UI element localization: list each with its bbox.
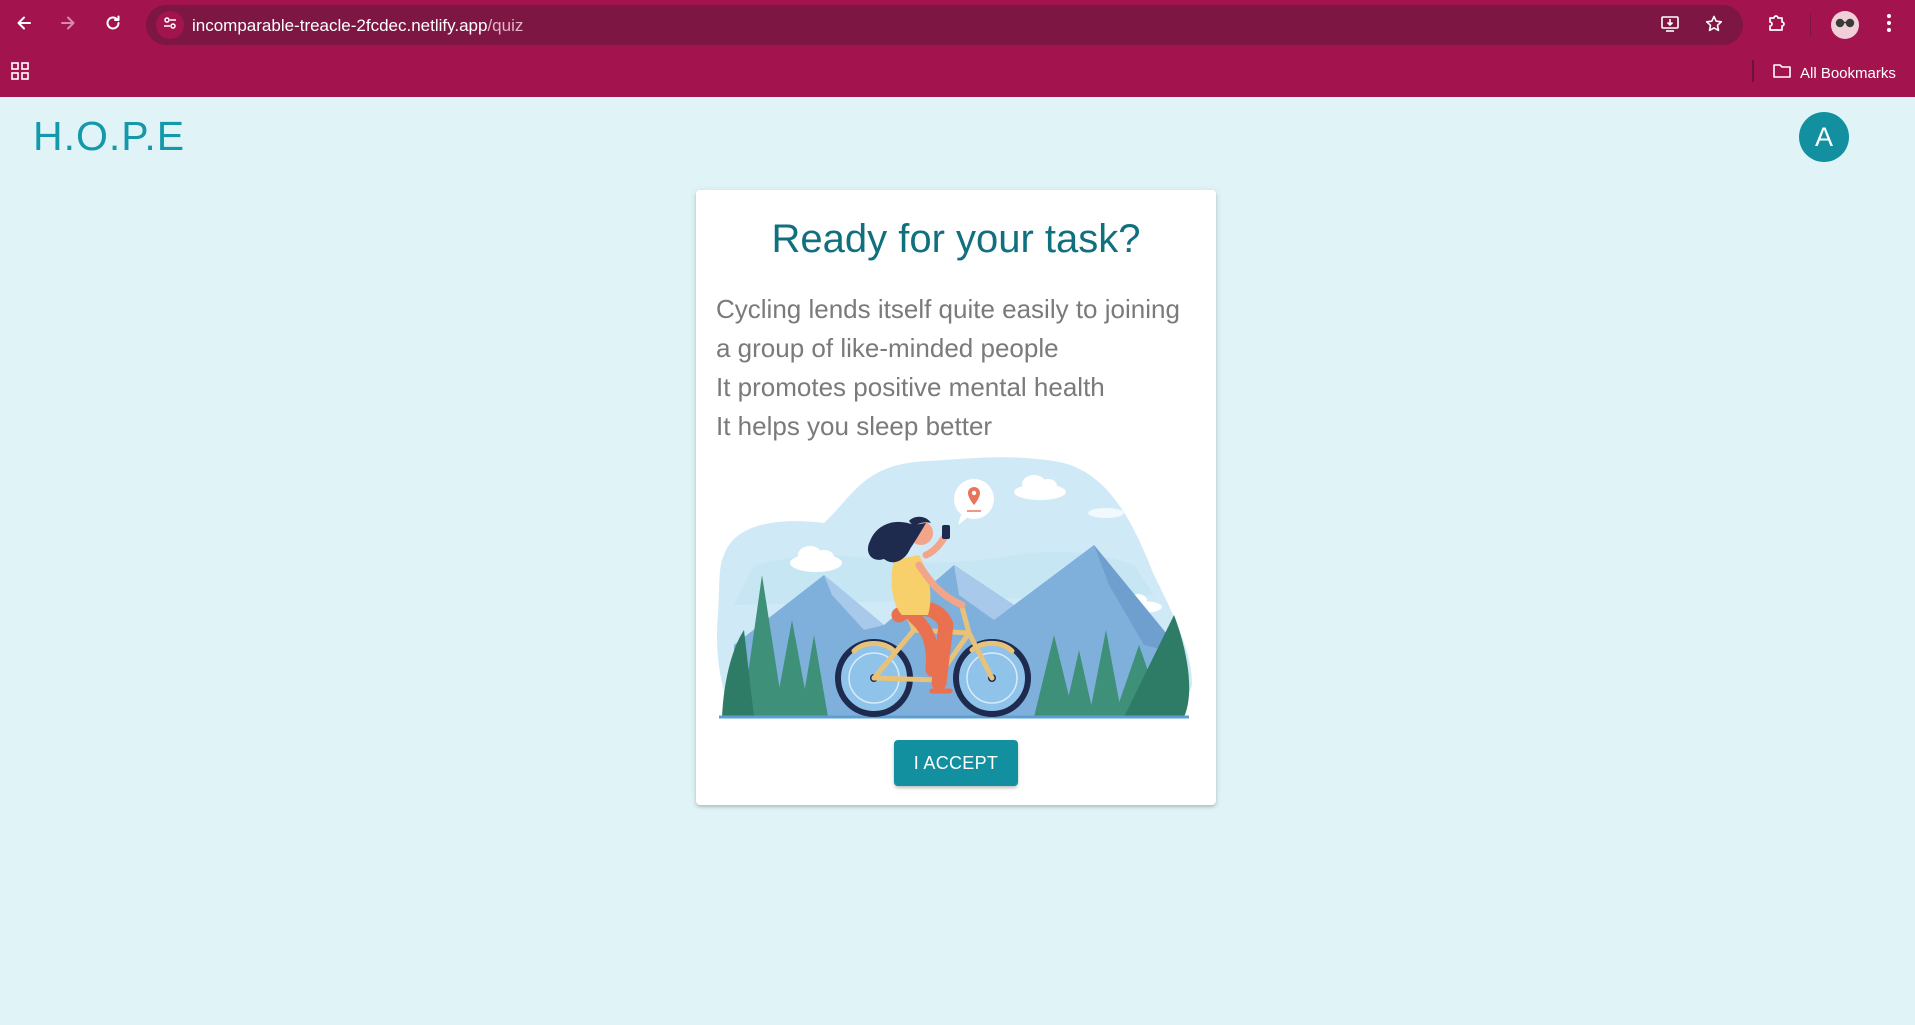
toolbar-divider xyxy=(1810,14,1811,36)
arrow-right-icon xyxy=(58,13,78,38)
card-title: Ready for your task? xyxy=(771,217,1141,261)
bookmarks-divider xyxy=(1752,60,1754,82)
apps-button[interactable] xyxy=(6,59,34,87)
bookmark-star-button[interactable] xyxy=(1703,15,1725,37)
puzzle-icon xyxy=(1766,12,1788,39)
bookmarks-bar: All Bookmarks xyxy=(0,50,1915,97)
star-icon xyxy=(1704,14,1724,39)
more-vert-icon xyxy=(1886,13,1892,38)
apps-grid-icon xyxy=(10,61,30,86)
description-line: a group of like-minded people xyxy=(716,333,1059,363)
extensions-button[interactable] xyxy=(1763,11,1791,39)
folder-icon xyxy=(1772,62,1792,84)
app-logo[interactable]: H.O.P.E xyxy=(33,113,185,160)
address-bar[interactable]: incomparable-treacle-2fcdec.netlify.app/… xyxy=(146,5,1743,45)
browser-toolbar: incomparable-treacle-2fcdec.netlify.app/… xyxy=(0,0,1915,50)
task-card: Ready for your task? Cycling lends itsel… xyxy=(696,190,1216,805)
all-bookmarks-button[interactable]: All Bookmarks xyxy=(1772,62,1896,84)
reload-button[interactable] xyxy=(99,11,127,39)
install-app-button[interactable] xyxy=(1659,15,1681,37)
user-avatar[interactable]: A xyxy=(1799,112,1849,162)
reload-icon xyxy=(103,13,123,38)
description-line: Cycling lends itself quite easily to joi… xyxy=(716,294,1180,324)
all-bookmarks-label: All Bookmarks xyxy=(1800,64,1896,82)
description-line: It promotes positive mental health xyxy=(716,372,1105,402)
forward-button[interactable] xyxy=(54,11,82,39)
url-text[interactable]: incomparable-treacle-2fcdec.netlify.app/… xyxy=(192,16,523,36)
browser-menu-button[interactable] xyxy=(1875,11,1903,39)
description-line: It helps you sleep better xyxy=(716,411,993,441)
profile-glasses-icon xyxy=(1834,16,1856,35)
accept-button[interactable]: I ACCEPT xyxy=(894,740,1018,786)
site-info-button[interactable] xyxy=(156,11,184,39)
url-path: /quiz xyxy=(487,16,524,35)
profile-button[interactable] xyxy=(1831,11,1859,39)
browser-chrome: incomparable-treacle-2fcdec.netlify.app/… xyxy=(0,0,1915,97)
cyclist-illustration xyxy=(716,457,1192,719)
tune-icon xyxy=(162,15,178,36)
arrow-left-icon xyxy=(14,13,34,38)
back-button[interactable] xyxy=(10,11,38,39)
card-description: Cycling lends itself quite easily to joi… xyxy=(716,290,1206,446)
install-desktop-icon xyxy=(1660,14,1680,39)
url-host: incomparable-treacle-2fcdec.netlify.app xyxy=(192,16,488,35)
